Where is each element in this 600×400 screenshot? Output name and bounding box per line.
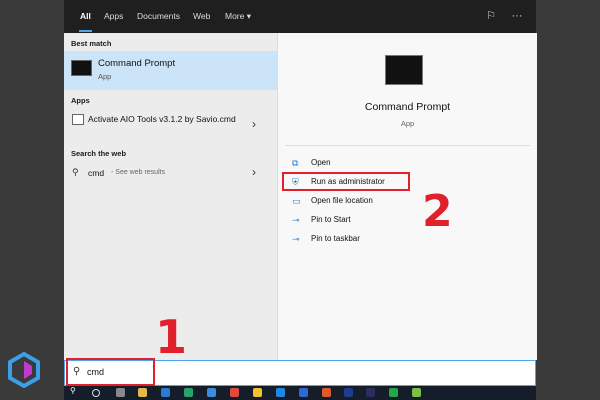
action-label: Pin to Start (311, 215, 351, 224)
details-pane: Command Prompt App ⧉ Open ⛨ Run as admin… (277, 33, 537, 360)
chrome-icon[interactable] (253, 388, 262, 397)
pin-icon: ⊸ (292, 234, 300, 244)
taskbar-app-icon[interactable] (116, 388, 125, 397)
best-match-header: Best match (71, 39, 112, 48)
app-result-title: Activate AIO Tools v3.1.2 by Savio.cmd (88, 114, 236, 124)
photoshop-icon[interactable] (344, 388, 353, 397)
open-icon: ⧉ (292, 158, 299, 168)
watermark-logo (8, 352, 40, 388)
search-icon[interactable]: ⚲ (70, 386, 79, 395)
web-header: Search the web (71, 149, 127, 158)
pin-icon: ⊸ (292, 215, 300, 225)
divider (285, 145, 530, 146)
action-open-file-location[interactable]: ▭ Open file location (292, 195, 392, 209)
taskbar: ⚲ (64, 386, 536, 400)
action-pin-to-taskbar[interactable]: ⊸ Pin to taskbar (292, 233, 372, 247)
command-prompt-icon (71, 60, 92, 76)
cmd-file-icon (72, 114, 84, 125)
taskbar-app-icon[interactable] (230, 388, 239, 397)
frame-left (0, 0, 64, 400)
app-result-item[interactable]: Activate AIO Tools v3.1.2 by Savio.cmd › (64, 109, 277, 145)
edge-icon[interactable] (276, 388, 285, 397)
tab-all[interactable]: All (79, 11, 92, 32)
best-match-subtitle: App (98, 72, 112, 81)
more-options-icon[interactable]: ··· (508, 7, 526, 25)
tab-apps[interactable]: Apps (104, 11, 123, 21)
taskbar-app-icon[interactable] (412, 388, 421, 397)
mail-icon[interactable] (161, 388, 170, 397)
taskbar-app-icon[interactable] (389, 388, 398, 397)
step-2-label: 2 (422, 186, 453, 237)
task-view-icon[interactable] (92, 389, 100, 397)
details-subtitle: App (400, 119, 415, 128)
action-label: Pin to taskbar (311, 234, 360, 243)
tab-documents[interactable]: Documents (137, 11, 180, 21)
chevron-right-icon[interactable]: › (252, 117, 256, 131)
highlight-run-as-administrator (282, 172, 410, 191)
folder-location-icon: ▭ (292, 196, 301, 206)
command-prompt-large-icon (385, 55, 423, 85)
apps-header: Apps (71, 96, 90, 105)
filter-tab-bar: All Apps Documents Web More ▾ ⚐ ··· (64, 0, 536, 33)
web-result-item[interactable]: ⚲ cmd - See web results › (64, 163, 277, 183)
best-match-title: Command Prompt (98, 58, 176, 69)
frame-right (536, 0, 600, 400)
tab-more[interactable]: More ▾ (225, 11, 251, 22)
file-explorer-icon[interactable] (138, 388, 147, 397)
feedback-icon[interactable]: ⚐ (482, 7, 500, 25)
highlight-search-box (66, 358, 155, 386)
taskbar-app-icon[interactable] (184, 388, 193, 397)
taskbar-app-icon[interactable] (366, 388, 375, 397)
action-label: Open file location (311, 196, 373, 205)
details-title: Command Prompt (364, 101, 451, 113)
search-icon: ⚲ (72, 167, 79, 177)
web-note: - See web results (111, 169, 166, 176)
tab-web[interactable]: Web (193, 11, 210, 21)
action-open[interactable]: ⧉ Open (292, 157, 372, 171)
action-pin-to-start[interactable]: ⊸ Pin to Start (292, 214, 372, 228)
step-1-label: 1 (155, 310, 188, 364)
taskbar-app-icon[interactable] (322, 388, 331, 397)
action-label: Open (311, 158, 331, 167)
best-match-item[interactable]: Command Prompt App (64, 51, 277, 90)
taskbar-app-icon[interactable] (299, 388, 308, 397)
web-query: cmd (88, 168, 105, 178)
chevron-right-icon[interactable]: › (252, 165, 256, 179)
taskbar-app-icon[interactable] (207, 388, 216, 397)
